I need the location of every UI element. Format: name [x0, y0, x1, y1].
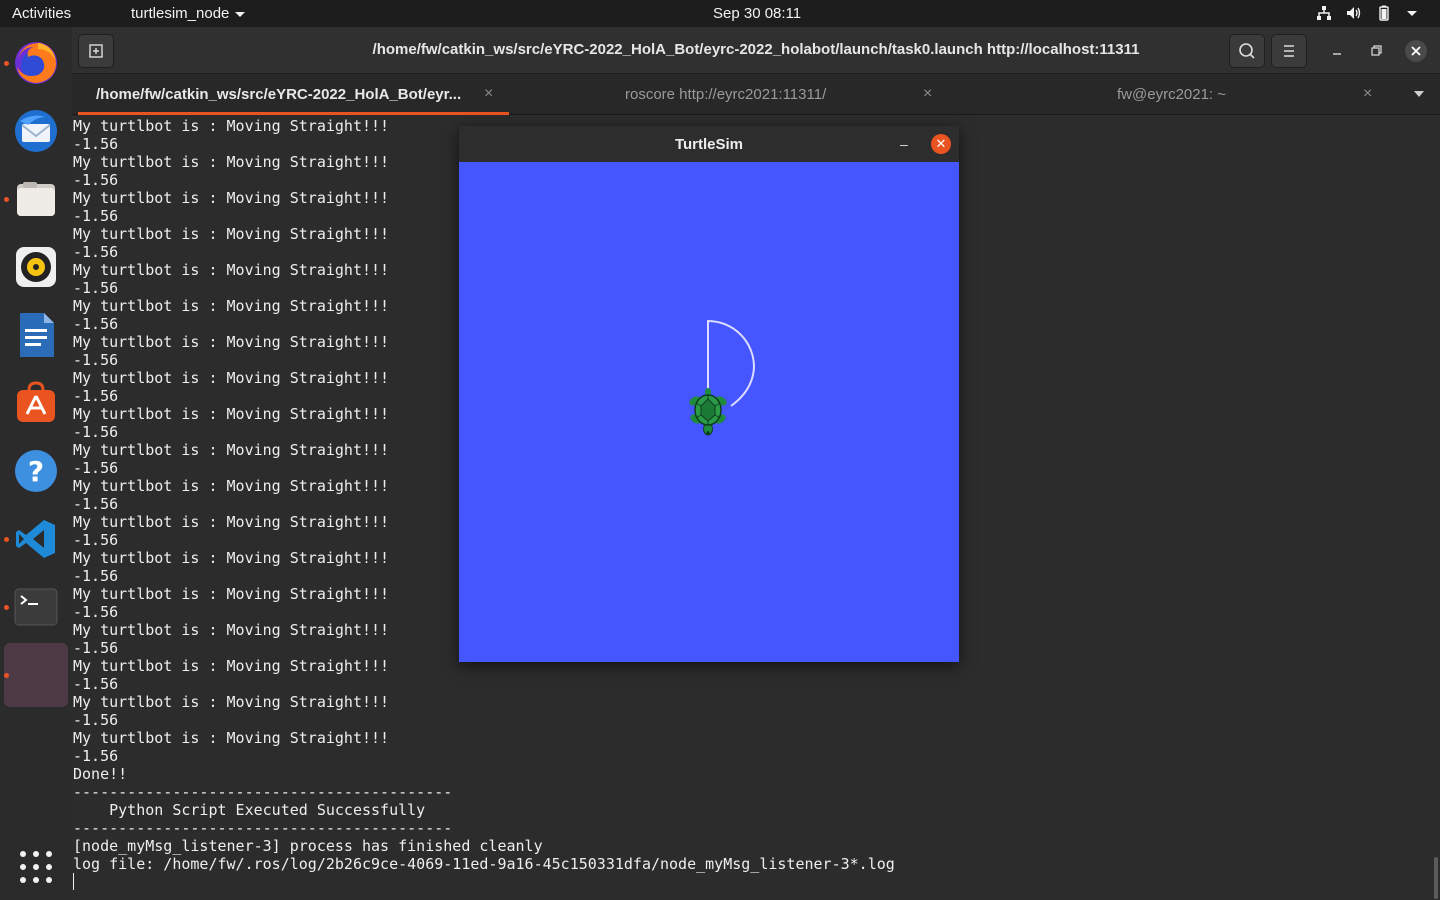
terminal-icon[interactable] [10, 581, 62, 633]
minimize-button[interactable] [1326, 40, 1348, 62]
vscode-icon[interactable] [10, 513, 62, 565]
tab-overflow-icon[interactable] [1414, 91, 1424, 97]
tab-launch[interactable]: /home/fw/catkin_ws/src/eYRC-2022_HolA_Bo… [96, 74, 496, 114]
maximize-button[interactable] [1365, 40, 1387, 62]
running-indicator [4, 537, 9, 542]
terminal-line: -1.56 [73, 675, 119, 693]
running-indicator [4, 61, 9, 66]
terminal-line: -1.56 [73, 747, 119, 765]
close-tab-icon[interactable]: × [1363, 85, 1372, 103]
turtlesim-canvas [459, 162, 959, 662]
terminal-cursor-line [73, 873, 1413, 891]
running-indicator [4, 605, 9, 610]
terminal-line: ----------------------------------------… [73, 783, 453, 801]
turtlesim-titlebar[interactable]: TurtleSim – ✕ [459, 126, 959, 162]
battery-icon[interactable] [1376, 5, 1392, 21]
activities-button[interactable]: Activities [12, 5, 71, 22]
libreoffice-writer-icon[interactable] [10, 309, 62, 361]
top-bar: Activities turtlesim_node Sep 30 08:11 [0, 0, 1440, 27]
close-tab-icon[interactable]: × [484, 85, 493, 103]
tab-roscore[interactable]: roscore http://eyrc2021:11311/ × [625, 74, 945, 114]
svg-text:?: ? [28, 455, 44, 488]
terminal-line: Python Script Executed Successfully [73, 801, 426, 819]
terminal-line: ----------------------------------------… [73, 819, 453, 837]
running-indicator [4, 673, 9, 678]
text-cursor [73, 873, 74, 890]
chevron-down-icon [235, 11, 246, 17]
terminal-line: My turtlbot is : Moving Straight!!! [73, 729, 390, 747]
system-tray[interactable] [1316, 5, 1422, 21]
clock[interactable]: Sep 30 08:11 [713, 5, 801, 22]
search-button[interactable] [1229, 34, 1265, 68]
restore-icon [1371, 45, 1382, 56]
apps-grid-icon[interactable] [20, 851, 52, 883]
turtlesim-window: TurtleSim – ✕ [459, 126, 959, 662]
terminal-line: -1.56 [73, 711, 119, 729]
system-menu-icon[interactable] [1406, 5, 1422, 21]
terminal-line: [node_myMsg_listener-3] process has fini… [73, 837, 543, 855]
tab-label: fw@eyrc2021: ~ [1117, 85, 1227, 103]
terminal-line: Done!! [73, 765, 128, 783]
software-center-icon[interactable] [10, 377, 62, 429]
app-menu-label: turtlesim_node [131, 5, 230, 22]
files-icon[interactable] [10, 173, 62, 225]
minimize-icon [1333, 53, 1341, 55]
tab-label: /home/fw/catkin_ws/src/eYRC-2022_HolA_Bo… [96, 85, 462, 103]
active-tab-indicator [78, 112, 509, 115]
menu-button[interactable] [1271, 34, 1307, 68]
hamburger-icon [1284, 45, 1294, 57]
close-button[interactable] [1405, 40, 1427, 62]
close-icon[interactable]: ✕ [931, 134, 951, 154]
network-icon[interactable] [1316, 5, 1332, 21]
close-tab-icon[interactable]: × [923, 85, 932, 103]
terminal-line: My turtlbot is : Moving Straight!!! [73, 693, 390, 711]
app-menu[interactable]: turtlesim_node [131, 5, 246, 22]
minimize-icon[interactable]: – [900, 136, 908, 152]
scrollbar[interactable] [1434, 857, 1438, 899]
running-indicator [4, 197, 9, 202]
thunderbird-icon[interactable] [10, 105, 62, 157]
rhythmbox-icon[interactable] [10, 241, 62, 293]
tab-home-shell[interactable]: fw@eyrc2021: ~ × [1117, 74, 1377, 114]
help-icon[interactable]: ? [10, 445, 62, 497]
terminal-line: log file: /home/fw/.ros/log/2b26c9ce-406… [73, 855, 895, 873]
volume-icon[interactable] [1346, 5, 1362, 21]
dock: ? [0, 27, 72, 900]
search-icon [1239, 43, 1255, 59]
tab-bar: /home/fw/catkin_ws/src/eYRC-2022_HolA_Bo… [72, 74, 1440, 115]
firefox-icon[interactable] [10, 37, 62, 89]
tab-label: roscore http://eyrc2021:11311/ [625, 85, 827, 103]
turtlesim-title: TurtleSim [674, 136, 744, 153]
turtlesim-app-icon[interactable] [10, 649, 62, 701]
terminal-headerbar: /home/fw/catkin_ws/src/eYRC-2022_HolA_Bo… [72, 27, 1440, 74]
close-icon [1411, 46, 1421, 56]
